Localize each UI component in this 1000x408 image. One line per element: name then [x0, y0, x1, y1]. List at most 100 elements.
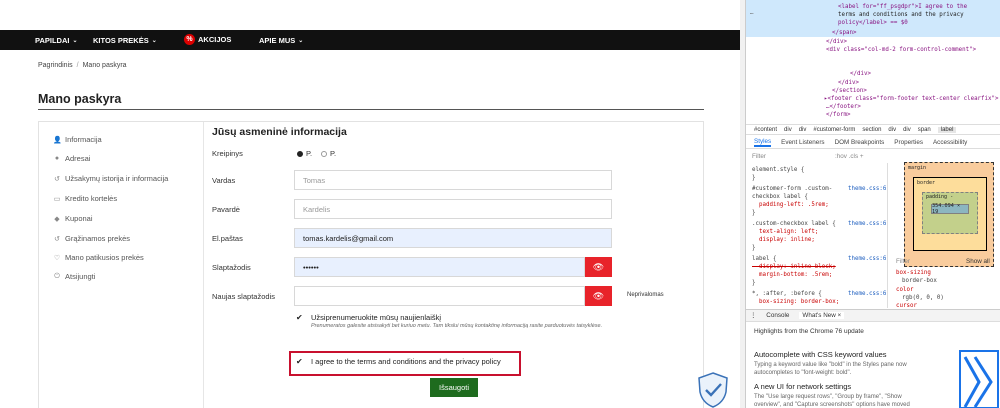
code-line[interactable]: ▸<footer class="form-footer text-center …	[824, 96, 999, 102]
rule-source-link[interactable]: theme.css:6	[848, 221, 886, 227]
show-password-button[interactable]: 👁	[585, 257, 612, 277]
dom-crumb[interactable]: #content	[754, 127, 777, 133]
feature-title[interactable]: Autocomplete with CSS keyword values	[754, 350, 887, 359]
code-line[interactable]: </div>	[850, 71, 871, 77]
sidebar-item-label: Adresai	[65, 154, 91, 163]
map-marker-icon: ●	[54, 155, 60, 162]
salutation-label: Kreipinys	[212, 149, 243, 158]
chevron-down-icon: ⌄	[298, 38, 304, 44]
save-button[interactable]: Išsaugoti	[430, 378, 478, 397]
tab-whats-new[interactable]: What's New ×	[799, 312, 845, 319]
dom-crumb[interactable]: div	[888, 127, 896, 133]
nav-item-kitos-prekes[interactable]: KITOS PREKĖS ⌄	[93, 36, 157, 45]
show-all-checkbox[interactable]: Show all	[966, 258, 990, 265]
tab-console[interactable]: Console	[766, 312, 789, 319]
dom-crumb-active[interactable]: label	[937, 126, 957, 133]
sidebar-item-kredito-korteles[interactable]: ▭ Kredito kortelės	[53, 194, 117, 203]
rule-line[interactable]: #customer-form .custom-	[752, 186, 832, 192]
sidebar-item-label: Kuponai	[65, 214, 93, 223]
rule-line[interactable]: element.style {	[752, 167, 804, 173]
sidebar-item-uzsakymu-istorija[interactable]: ↺ Užsakymų istorija ir informacija	[53, 174, 168, 183]
sidebar-item-patikusios-prekes[interactable]: ♡ Mano patikusios prekės	[53, 253, 144, 262]
heart-icon: ♡	[53, 254, 61, 262]
sidebar-item-kuponai[interactable]: ◆ Kuponai	[53, 214, 93, 223]
nav-item-apie-mus[interactable]: APIE MUS ⌄	[259, 36, 303, 45]
box-model-border[interactable]: border padding - 354.094 × 19	[913, 177, 987, 251]
rule-line[interactable]: box-sizing: border-box;	[752, 299, 839, 305]
dom-crumb[interactable]: span	[918, 127, 931, 133]
dom-crumb[interactable]: div	[784, 127, 792, 133]
code-line[interactable]: </section>	[832, 88, 867, 94]
computed-prop[interactable]: color	[896, 287, 913, 293]
styles-filter-input[interactable]: Filter	[752, 153, 766, 160]
feature-text: autocompletes to "font-weight: bold".	[754, 370, 852, 376]
code-line[interactable]: …</footer>	[826, 104, 861, 110]
rule-line[interactable]: padding-left: .5rem;	[752, 202, 829, 208]
last-name-field[interactable]: Kardelis	[294, 199, 612, 219]
box-model-padding[interactable]: padding - 354.094 × 19	[922, 192, 978, 234]
rule-line[interactable]: .custom-checkbox label {	[752, 221, 836, 227]
newsletter-checkbox[interactable]: ✔	[296, 313, 303, 322]
tab-dom-breakpoints[interactable]: DOM Breakpoints	[835, 139, 885, 146]
tab-properties[interactable]: Properties	[894, 139, 923, 146]
rule-line[interactable]: label {	[752, 256, 776, 262]
hov-cls-toggles[interactable]: :hov .cls +	[835, 153, 864, 160]
sidebar-item-label: Grąžinamos prekės	[65, 234, 131, 243]
email-field[interactable]: tomas.kardelis@gmail.com	[294, 228, 612, 248]
box-model-content[interactable]: 354.094 × 19	[931, 203, 969, 215]
dom-crumb[interactable]: section	[862, 127, 881, 133]
main-navigation: PAPILDAI ⌄ KITOS PREKĖS ⌄ % AKCIJOS APIE MU…	[0, 30, 745, 50]
box-model-margin[interactable]: margin border padding - 354.094 × 19	[904, 162, 994, 267]
salutation-radio-1[interactable]: P.	[297, 149, 312, 158]
rule-line: }	[752, 280, 756, 286]
breadcrumb-home-link[interactable]: Pagrindinis	[38, 62, 73, 69]
first-name-field[interactable]: Tomas	[294, 170, 612, 190]
computed-filter-input[interactable]: Filter	[896, 258, 910, 265]
rule-source-link[interactable]: theme.css:6	[848, 186, 886, 192]
code-line[interactable]: </form>	[826, 112, 850, 118]
code-line[interactable]: </span>	[832, 30, 856, 36]
sidebar-item-adresai[interactable]: ● Adresai	[53, 154, 91, 163]
new-password-label: Naujas slaptažodis	[212, 292, 275, 301]
rule-source-link[interactable]: theme.css:6	[848, 256, 886, 262]
tab-accessibility[interactable]: Accessibility	[933, 139, 967, 146]
tab-styles[interactable]: Styles	[754, 138, 772, 147]
code-line[interactable]: terms and conditions and the privacy	[838, 12, 964, 18]
rule-line[interactable]: margin-bottom: .5rem;	[752, 272, 832, 278]
dom-crumb[interactable]: div	[799, 127, 807, 133]
feature-title[interactable]: A new UI for network settings	[754, 382, 851, 391]
breadcrumb-separator: /	[76, 62, 79, 69]
salutation-radio-2[interactable]: P.	[321, 149, 336, 158]
code-line[interactable]: </div>	[826, 39, 847, 45]
rule-line[interactable]: display: inline;	[752, 237, 815, 243]
devtools-subtabs: Styles Event Listeners DOM Breakpoints P…	[746, 137, 1000, 149]
nav-item-akcijos[interactable]: % AKCIJOS	[184, 34, 231, 45]
rule-line[interactable]: text-align: left;	[752, 229, 818, 235]
rule-source-link[interactable]: theme.css:6	[848, 291, 886, 297]
breadcrumb: Pagrindinis / Mano paskyra	[38, 62, 127, 69]
computed-prop[interactable]: box-sizing	[896, 270, 931, 276]
feature-text: The "Use large request rows", "Group by …	[754, 394, 902, 400]
rule-line-overridden[interactable]: display: inline-block;	[752, 264, 836, 270]
password-field[interactable]: ••••••	[294, 257, 585, 277]
show-new-password-button[interactable]: 👁	[585, 286, 612, 306]
nav-item-papildai[interactable]: PAPILDAI ⌄	[35, 36, 77, 45]
radio-dot	[321, 150, 327, 157]
new-password-field[interactable]	[294, 286, 585, 306]
sidebar-item-grazinamos-prekes[interactable]: ↺ Grąžinamos prekės	[53, 234, 130, 243]
code-line[interactable]: <div class="col-md-2 form-control-commen…	[826, 47, 976, 53]
dom-crumb[interactable]: div	[903, 127, 911, 133]
code-line[interactable]: <label for="ff_psgdpr">I agree to the	[838, 4, 967, 10]
node-ellipsis[interactable]: …	[750, 10, 754, 16]
code-line[interactable]: </div>	[838, 80, 859, 86]
sidebar-item-informacija[interactable]: 👤 Informacija	[53, 135, 102, 144]
code-line[interactable]: policy</label> == $0	[838, 20, 908, 26]
rule-line[interactable]: *, :after, :before {	[752, 291, 822, 297]
drawer-menu-icon[interactable]: ⋮	[750, 312, 756, 319]
dom-crumb[interactable]: #customer-form	[813, 127, 855, 133]
sidebar-item-atsijungti[interactable]: ⏻ Atsijungti	[53, 272, 95, 281]
chevron-down-icon: ⌄	[72, 38, 78, 44]
sidebar-item-label: Atsijungti	[65, 272, 96, 281]
tab-event-listeners[interactable]: Event Listeners	[781, 139, 824, 146]
computed-value: rgb(0, 0, 0)	[902, 295, 944, 301]
